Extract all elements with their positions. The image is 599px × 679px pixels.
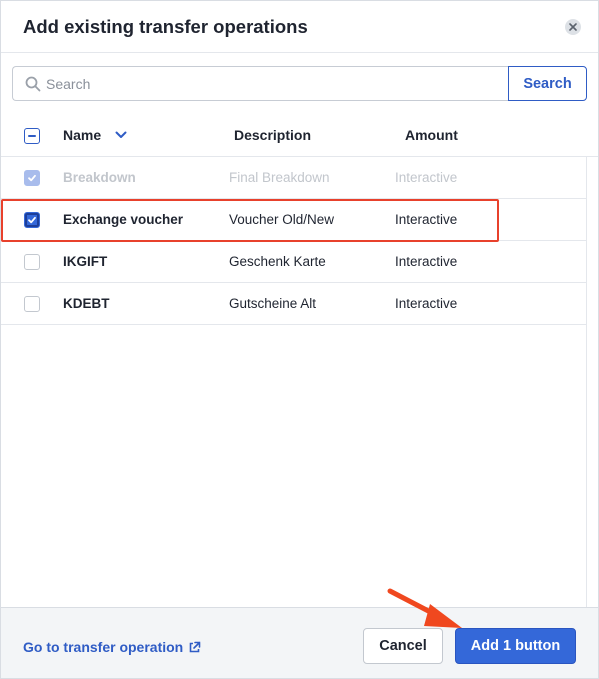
scrollbar[interactable] [586, 157, 598, 607]
column-header-amount: Amount [405, 127, 458, 143]
search-icon [25, 76, 41, 92]
table-row[interactable]: KDEBT Gutscheine Alt Interactive [1, 283, 586, 325]
row-checkbox[interactable] [24, 296, 40, 312]
column-header-description: Description [234, 127, 312, 143]
close-icon [569, 23, 577, 31]
row-description: Gutscheine Alt [229, 296, 317, 311]
row-name: Exchange voucher [63, 212, 184, 227]
search-button[interactable]: Search [508, 66, 587, 101]
row-amount: Interactive [395, 296, 458, 311]
search-field[interactable] [12, 66, 509, 101]
row-amount: Interactive [395, 170, 458, 185]
column-header-name[interactable]: Name [63, 127, 101, 143]
select-all-checkbox[interactable] [24, 128, 40, 144]
cancel-button[interactable]: Cancel [363, 628, 443, 664]
search-bar: Search [12, 66, 587, 101]
row-amount: Interactive [395, 254, 458, 269]
dialog-title: Add existing transfer operations [23, 16, 308, 37]
add-transfer-operations-dialog: Add existing transfer operations Search … [0, 0, 599, 679]
dialog-footer: Go to transfer operation Cancel Add 1 bu… [1, 607, 598, 678]
search-input[interactable] [46, 67, 501, 100]
check-icon [28, 174, 36, 182]
row-amount: Interactive [395, 212, 458, 227]
table-header: Name Description Amount [1, 115, 598, 157]
row-name: IKGIFT [63, 254, 108, 269]
check-icon [28, 216, 36, 224]
go-to-transfer-operation-link[interactable]: Go to transfer operation [23, 639, 201, 655]
indeterminate-mark [28, 135, 36, 137]
row-description: Geschenk Karte [229, 254, 326, 269]
row-checkbox [24, 170, 40, 186]
table-row[interactable]: Exchange voucher Voucher Old/New Interac… [1, 199, 586, 241]
add-button[interactable]: Add 1 button [455, 628, 576, 664]
link-label: Go to transfer operation [23, 639, 184, 655]
row-description: Final Breakdown [229, 170, 330, 185]
close-button[interactable] [565, 19, 581, 35]
dialog-header: Add existing transfer operations [1, 1, 598, 53]
row-name: Breakdown [63, 170, 136, 185]
table-row: Breakdown Final Breakdown Interactive [1, 157, 586, 199]
chevron-down-icon[interactable] [114, 128, 128, 142]
external-link-icon [189, 641, 201, 652]
row-checkbox[interactable] [24, 254, 40, 270]
row-checkbox[interactable] [24, 212, 40, 228]
table-row[interactable]: IKGIFT Geschenk Karte Interactive [1, 241, 586, 283]
row-description: Voucher Old/New [229, 212, 335, 227]
row-name: KDEBT [63, 296, 110, 311]
